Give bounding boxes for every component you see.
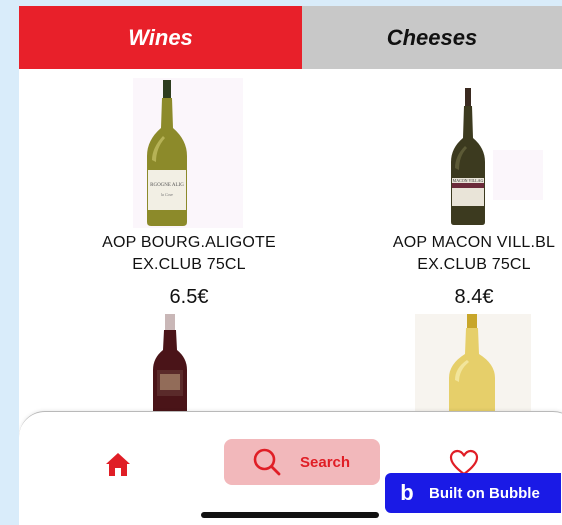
svg-text:la Cave: la Cave xyxy=(161,192,174,197)
category-tabs: Wines Cheeses xyxy=(19,6,562,69)
tab-wines[interactable]: Wines xyxy=(19,6,302,69)
svg-text:MACON VILLAG: MACON VILLAG xyxy=(453,178,484,183)
built-on-bubble-text: Built on Bubble xyxy=(429,484,540,502)
product-name: AOP MACON VILL.BL EX.CLUB 75CL xyxy=(392,234,556,273)
app-screen: Wines Cheeses RGOGNE ALIG la Cave MACON … xyxy=(19,6,562,525)
product-card-macon[interactable]: AOP MACON VILL.BL EX.CLUB 75CL 8.4€ xyxy=(364,232,562,309)
search-icon xyxy=(253,448,281,476)
built-on-bubble-badge[interactable]: b Built on Bubble xyxy=(385,473,561,513)
product-price: 6.5€ xyxy=(169,286,209,308)
product-image-red-wine[interactable] xyxy=(145,314,195,414)
search-button[interactable]: Search xyxy=(224,439,380,485)
tab-wines-label: Wines xyxy=(128,24,193,50)
tab-cheeses[interactable]: Cheeses xyxy=(302,6,562,69)
product-image-white-wine[interactable] xyxy=(415,314,531,414)
tab-cheeses-label: Cheeses xyxy=(386,24,478,50)
product-card-aligote[interactable]: AOP BOURG.ALIGOTE EX.CLUB 75CL 6.5€ xyxy=(59,232,319,309)
home-indicator[interactable] xyxy=(201,512,379,518)
product-price: 8.4€ xyxy=(454,286,494,308)
product-image-macon[interactable]: MACON VILLAG xyxy=(429,86,544,226)
product-name: AOP BOURG.ALIGOTE EX.CLUB 75CL xyxy=(102,234,276,273)
svg-text:RGOGNE ALIG: RGOGNE ALIG xyxy=(150,183,184,188)
bubble-logo-icon: b xyxy=(400,480,414,505)
search-button-label: Search xyxy=(300,453,351,471)
product-image-aligote[interactable]: RGOGNE ALIG la Cave xyxy=(133,78,243,228)
home-icon[interactable] xyxy=(104,451,132,477)
